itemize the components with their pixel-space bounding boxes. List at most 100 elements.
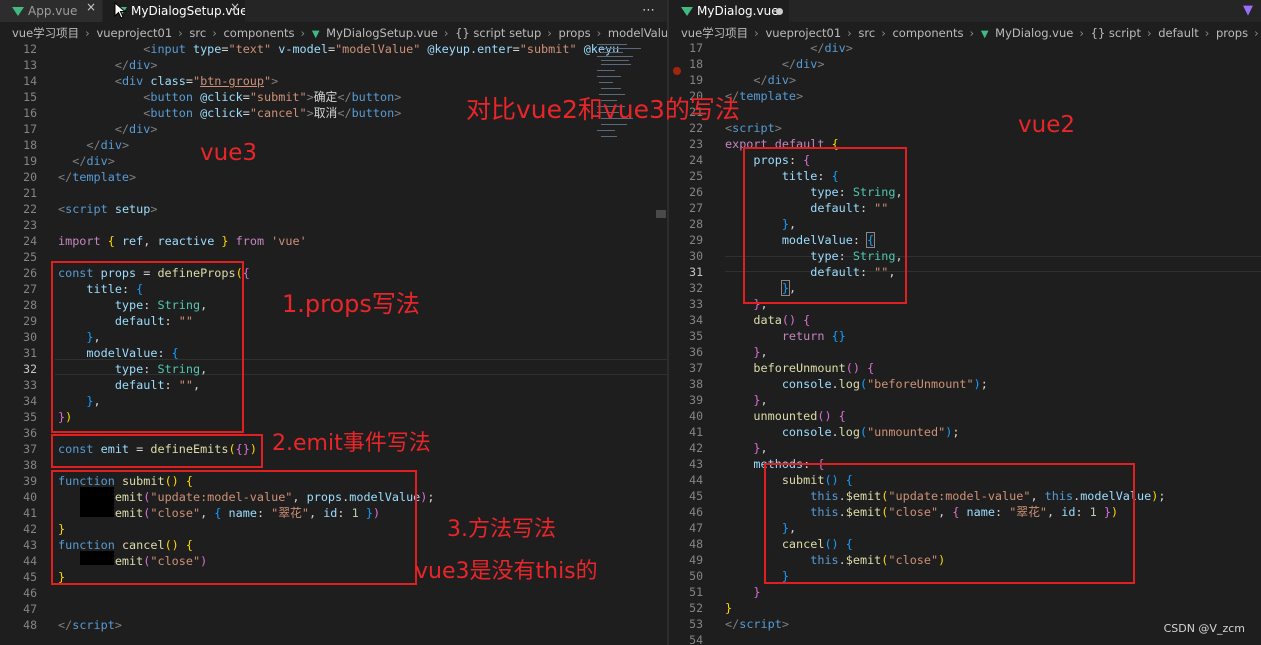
breadcrumb-item[interactable]: props — [1216, 26, 1248, 40]
line-number: 34 — [689, 313, 703, 327]
line-number: 48 — [689, 537, 703, 551]
line-number: 22 — [23, 202, 37, 216]
line-number: 30 — [23, 330, 37, 344]
line-number: 34 — [23, 394, 37, 408]
breadcrumb-item[interactable]: {} script — [1091, 26, 1141, 40]
line-number: 20 — [23, 170, 37, 184]
line-number: 26 — [689, 185, 703, 199]
mouse-pointer-icon — [114, 2, 127, 19]
line-number: 36 — [689, 345, 703, 359]
breadcrumb-item[interactable]: props — [559, 26, 591, 40]
code-line: <div class="btn-group"> — [114, 74, 279, 88]
line-number: 41 — [689, 425, 703, 439]
line-number: 17 — [23, 122, 37, 136]
breadcrumb-item[interactable]: components — [892, 26, 963, 40]
scrollbar-thumb[interactable] — [656, 210, 666, 218]
line-number: 33 — [689, 297, 703, 311]
line-number: 38 — [689, 377, 703, 391]
code-line: <script setup> — [58, 202, 158, 216]
breadcrumb-item[interactable]: {} script setup — [455, 26, 541, 40]
line-number: 33 — [23, 378, 37, 392]
line-number: 28 — [23, 298, 37, 312]
breadcrumb-item[interactable]: src — [189, 26, 206, 40]
right-tab-bar: MyDialog.vue ▼ — [669, 0, 1261, 22]
code-line: }, — [753, 441, 768, 455]
code-line: }, — [753, 345, 768, 359]
line-number: 44 — [23, 554, 37, 568]
line-number: 24 — [23, 234, 37, 248]
code-line: </template> — [58, 170, 137, 184]
line-number: 43 — [23, 538, 37, 552]
code-line: </div> — [781, 57, 825, 71]
line-number: 43 — [689, 457, 703, 471]
line-number: 42 — [23, 522, 37, 536]
breakpoint-icon[interactable] — [673, 67, 681, 75]
line-number: 47 — [23, 602, 37, 616]
code-line: console.log("unmounted"); — [781, 425, 960, 439]
close-icon[interactable]: × — [86, 0, 96, 14]
code-line: }, — [753, 393, 768, 407]
breadcrumb-item[interactable]: default — [1158, 26, 1198, 40]
line-number: 25 — [689, 169, 703, 183]
line-number: 39 — [23, 474, 37, 488]
line-number: 26 — [23, 266, 37, 280]
code-line: <button @click="submit">确定</button> — [143, 90, 402, 104]
line-number: 23 — [23, 218, 37, 232]
tab-label: MyDialogSetup.vue — [131, 4, 245, 18]
line-number: 27 — [689, 201, 703, 215]
line-number: 40 — [23, 490, 37, 504]
code-line: console.log("beforeUnmount"); — [781, 377, 988, 391]
line-number: 54 — [689, 633, 703, 645]
breadcrumb-item[interactable]: components — [223, 26, 294, 40]
breadcrumb-item[interactable]: vueproject01 — [765, 26, 841, 40]
more-actions-icon[interactable]: ⋯ — [642, 0, 655, 22]
breadcrumb-item[interactable]: vue学习项目 — [12, 26, 79, 40]
line-number: 19 — [23, 154, 37, 168]
methods-highlight-box — [51, 470, 417, 585]
line-number: 25 — [23, 250, 37, 264]
line-number: 21 — [23, 186, 37, 200]
line-number: 37 — [23, 442, 37, 456]
breadcrumb-item[interactable]: vue学习项目 — [681, 26, 748, 40]
line-number: 32 — [689, 281, 703, 295]
code-line: return {} — [781, 329, 846, 343]
line-number: 45 — [23, 570, 37, 584]
line-number: 30 — [689, 249, 703, 263]
code-line: </div> — [114, 58, 158, 72]
code-line: </div> — [86, 138, 130, 152]
line-number: 31 — [689, 265, 703, 279]
line-number: 15 — [23, 90, 37, 104]
tab-mydialog-vue[interactable]: MyDialog.vue — [669, 0, 789, 22]
line-number: 14 — [23, 74, 37, 88]
breadcrumb-item[interactable]: modelValue — [608, 26, 667, 40]
no-this-note: vue3是没有this的 — [415, 559, 598, 584]
line-number: 31 — [23, 346, 37, 360]
line-number: 13 — [23, 58, 37, 72]
line-number: 24 — [689, 153, 703, 167]
vue-file-icon — [12, 7, 24, 16]
close-icon[interactable]: × — [230, 0, 240, 14]
line-number: 53 — [689, 617, 703, 631]
breadcrumb-item[interactable]: src — [858, 26, 875, 40]
tab-label: MyDialog.vue — [697, 4, 779, 18]
unsaved-dot-icon[interactable] — [776, 8, 783, 15]
watermark: CSDN @V_zcm — [1163, 622, 1245, 635]
code-line: import { ref, reactive } from 'vue' — [58, 234, 307, 248]
breadcrumb-item[interactable]: vueproject01 — [96, 26, 172, 40]
vue2-label: vue2 — [1018, 112, 1075, 138]
line-number: 12 — [23, 42, 37, 56]
vue3-label: vue3 — [200, 140, 257, 166]
line-number: 37 — [689, 361, 703, 375]
vue-file-icon — [681, 7, 693, 16]
line-number: 49 — [689, 553, 703, 567]
line-number: 27 — [23, 282, 37, 296]
breadcrumb-item[interactable]: MyDialogSetup.vue — [326, 26, 438, 40]
line-number: 32 — [23, 362, 37, 376]
tab-app-vue[interactable]: App.vue × — [0, 0, 102, 22]
left-tab-bar: App.vue × MyDialogSetup.vue × ⋯ — [0, 0, 667, 22]
line-number: 16 — [23, 106, 37, 120]
line-number: 39 — [689, 393, 703, 407]
breadcrumb-item[interactable]: MyDialog.vue — [995, 26, 1073, 40]
vite-logo-icon[interactable]: ▼ — [1243, 0, 1253, 22]
vue2-props-highlight-box — [743, 147, 907, 304]
